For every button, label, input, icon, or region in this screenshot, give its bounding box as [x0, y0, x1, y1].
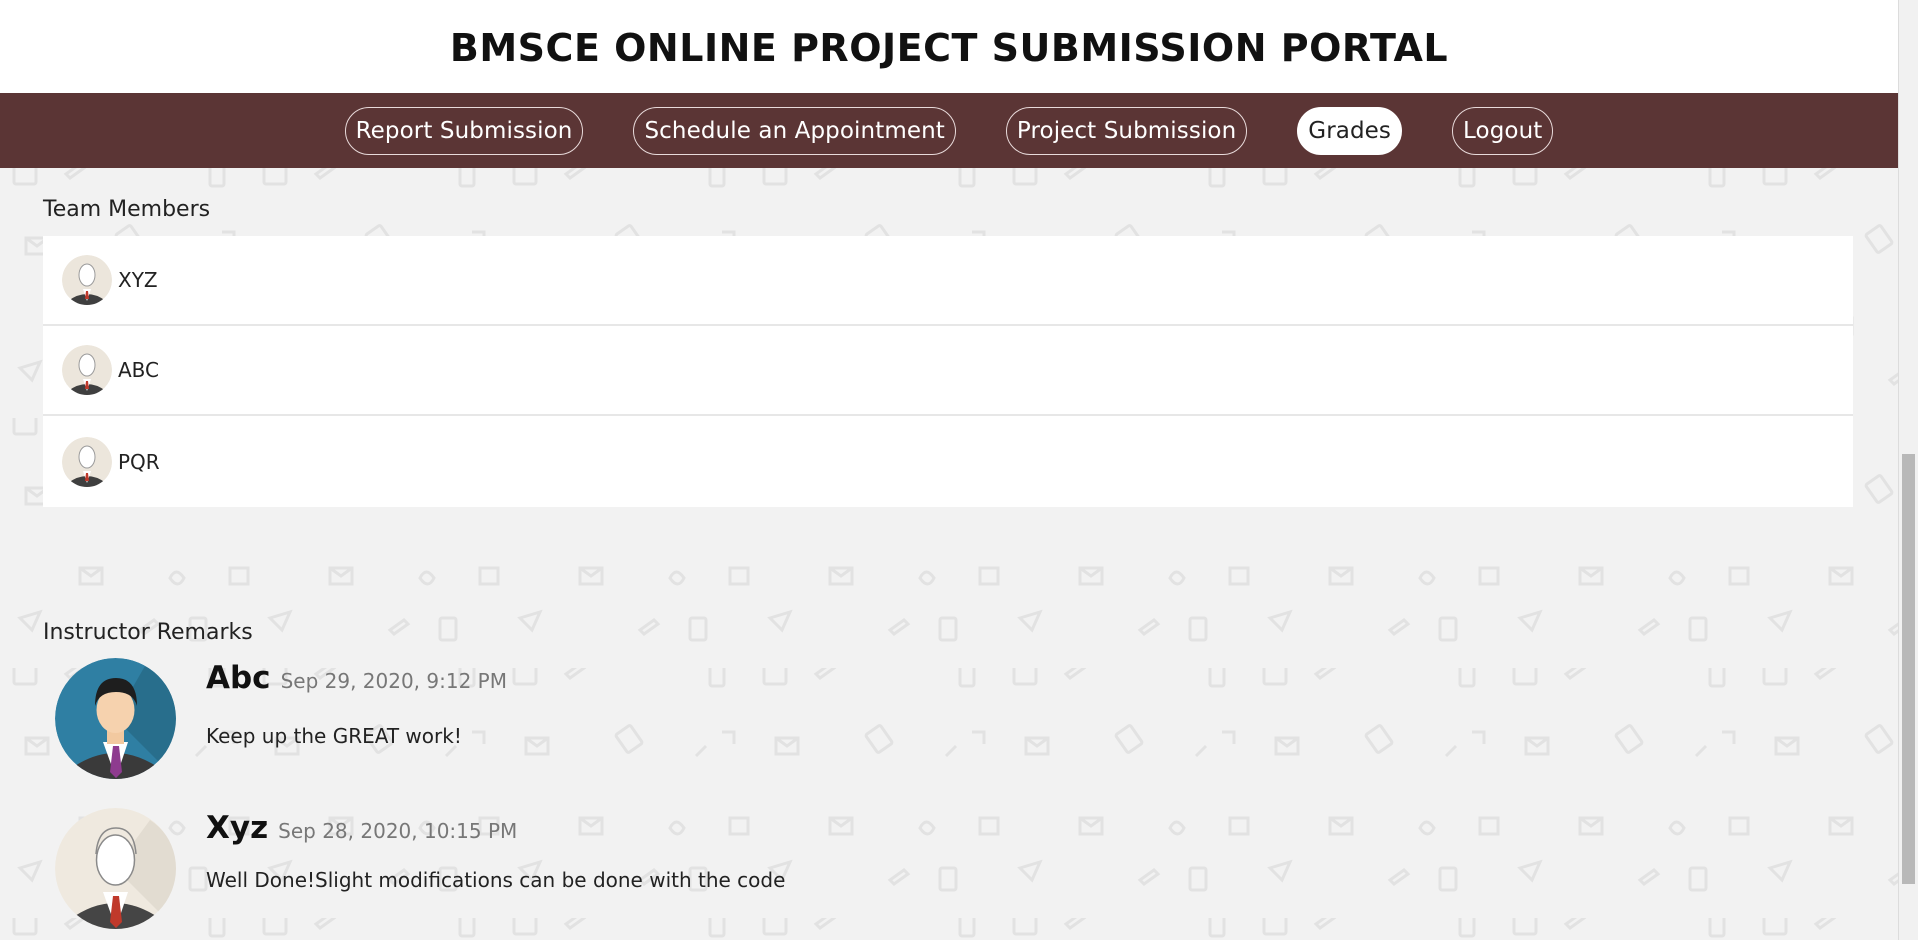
remark-text: Well Done!Slight modifications can be do…	[206, 868, 786, 892]
member-name: PQR	[118, 449, 160, 474]
remark-timestamp: Sep 29, 2020, 9:12 PM	[280, 669, 507, 693]
user-avatar-icon	[62, 345, 112, 395]
remark-item: Abc Sep 29, 2020, 9:12 PM Keep up the GR…	[55, 658, 1755, 788]
main-nav: Report Submission Schedule an Appointmen…	[0, 93, 1898, 168]
header: BMSCE ONLINE PROJECT SUBMISSION PORTAL	[0, 0, 1898, 93]
remark-author: Abc	[206, 660, 271, 696]
nav-logout[interactable]: Logout	[1452, 106, 1554, 155]
remark-header: Xyz Sep 28, 2020, 10:15 PM	[206, 810, 517, 846]
nav-report-submission[interactable]: Report Submission	[344, 106, 584, 155]
nav-project-submission[interactable]: Project Submission	[1005, 106, 1248, 155]
remark-author: Xyz	[206, 810, 269, 846]
member-name: XYZ	[118, 268, 158, 292]
user-avatar-icon	[62, 255, 112, 305]
site-title: BMSCE ONLINE PROJECT SUBMISSION PORTAL	[449, 25, 1449, 70]
list-item: PQR	[43, 416, 1853, 507]
nav-grades[interactable]: Grades	[1297, 106, 1403, 155]
member-name: ABC	[118, 358, 160, 382]
user-avatar-icon	[55, 808, 176, 929]
page-scrollbar[interactable]	[1898, 0, 1918, 940]
instructor-remarks-heading: Instructor Remarks	[43, 620, 253, 645]
user-avatar-icon	[62, 436, 112, 487]
list-item: ABC	[43, 326, 1853, 416]
remark-item: Xyz Sep 28, 2020, 10:15 PM Well Done!Sli…	[55, 808, 1755, 938]
businessman-avatar-icon	[55, 658, 176, 779]
team-members-heading: Team Members	[43, 197, 211, 222]
nav-schedule-appointment[interactable]: Schedule an Appointment	[633, 106, 956, 155]
page: BMSCE ONLINE PROJECT SUBMISSION PORTAL R…	[0, 0, 1918, 940]
team-members-list: XYZ ABC PQR	[43, 236, 1853, 507]
scrollbar-thumb[interactable]	[1902, 454, 1915, 884]
remark-header: Abc Sep 29, 2020, 9:12 PM	[206, 660, 507, 696]
remark-text: Keep up the GREAT work!	[206, 724, 462, 748]
remark-timestamp: Sep 28, 2020, 10:15 PM	[278, 819, 518, 843]
list-item: XYZ	[43, 236, 1853, 326]
